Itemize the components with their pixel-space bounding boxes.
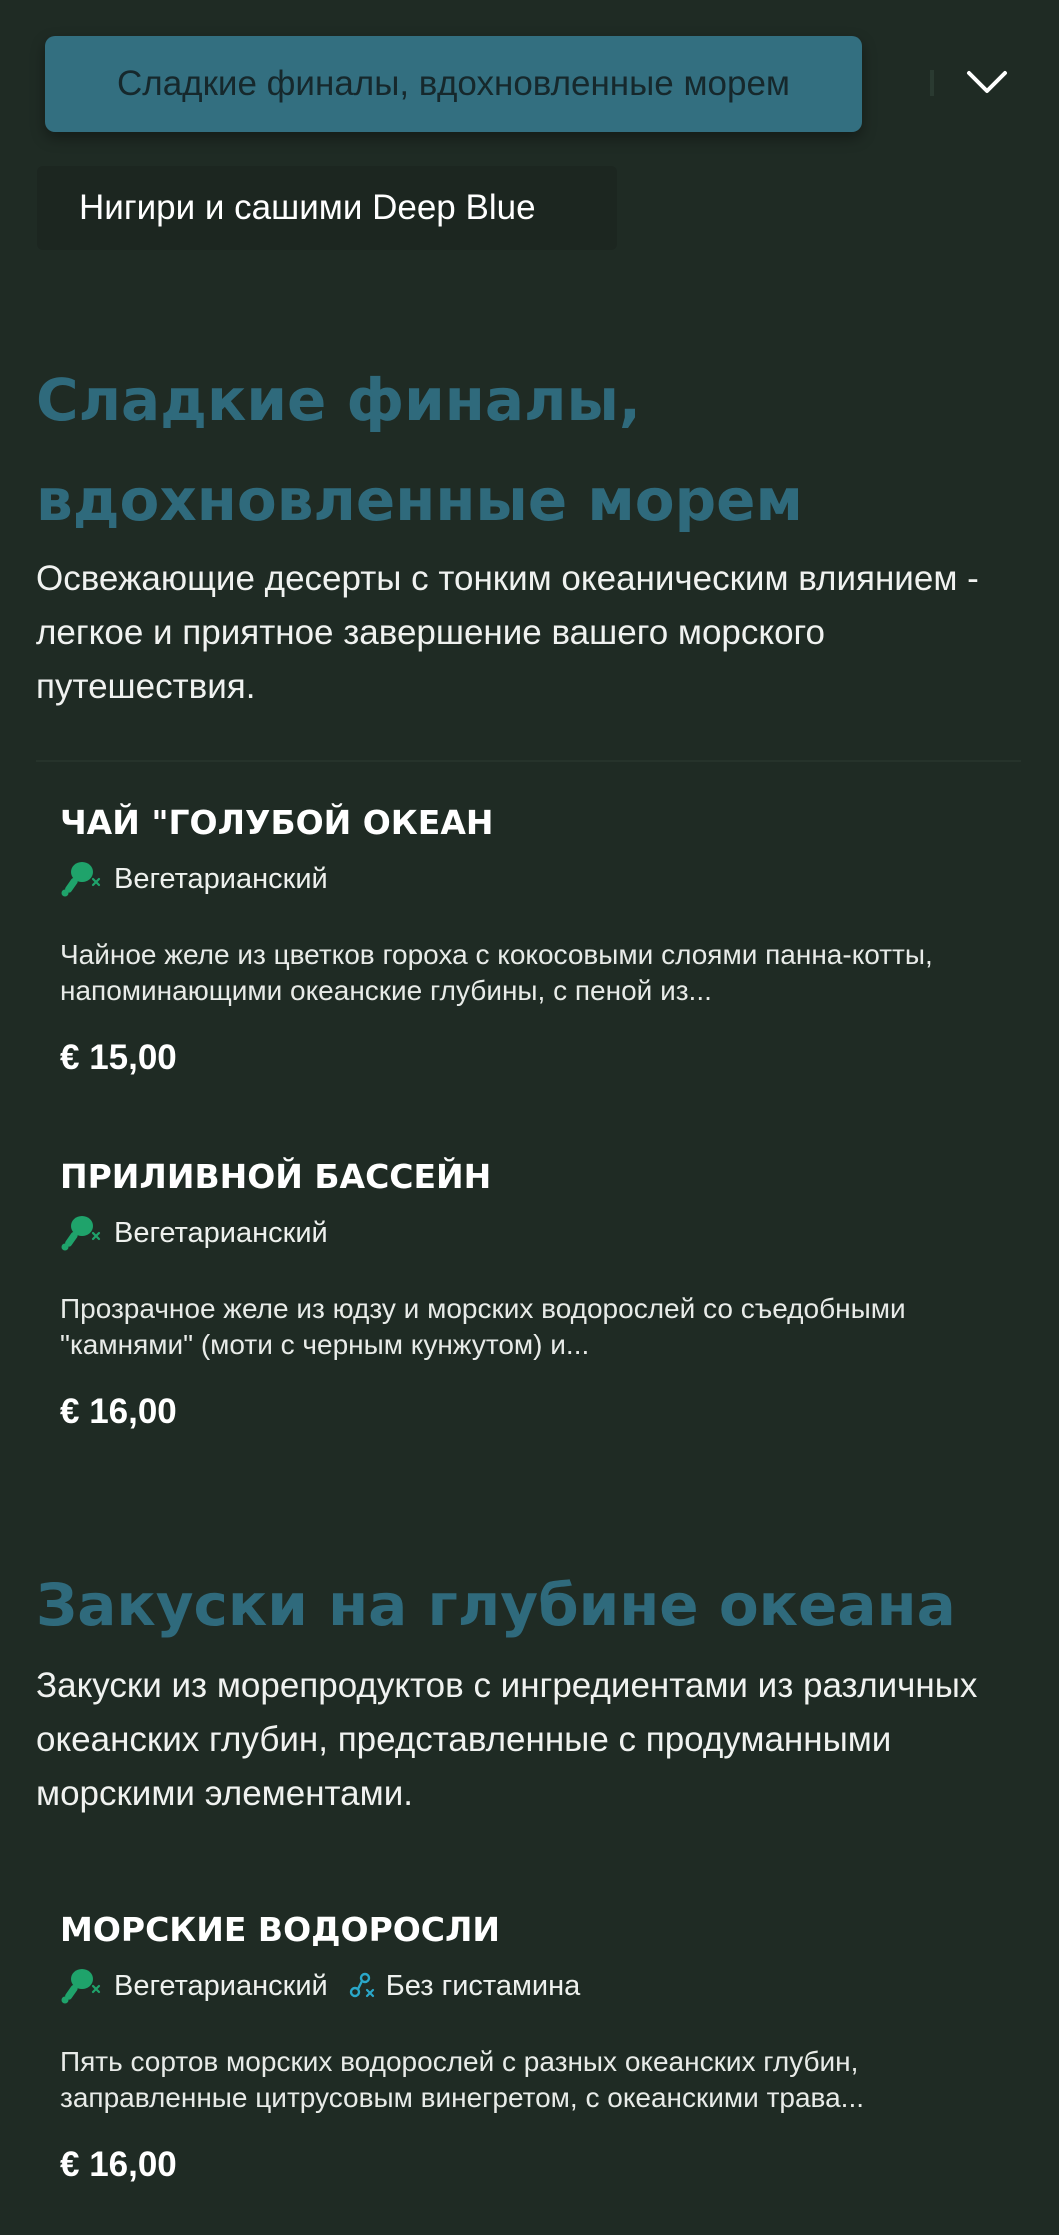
menu-item-tags: Вегетарианский [60,859,1020,899]
menu-item-tags: Вегетарианский [60,1213,1020,1253]
tab-active-category[interactable]: Сладкие финалы, вдохновленные морем [45,36,862,132]
menu-item-price: € 15,00 [60,1038,177,1077]
tag-label: Вегетарианский [114,862,328,895]
histamine-free-icon [349,1972,374,1998]
section-description-desserts: Освежающие десерты с тонким океаническим… [36,559,979,706]
category-nav: Сладкие финалы, вдохновленные морем [0,0,1059,170]
vegetarian-drumstick-icon [61,1216,101,1251]
section-description-appetizers: Закуски из морепродуктов с ингредиентами… [36,1666,978,1813]
menu-item-name: ЧАЙ "ГОЛУБОЙ ОКЕАН [60,803,494,842]
section-title-desserts: Сладкие финалы, вдохновленные морем [36,366,803,534]
tag-histamine-free: Без гистамина [346,1966,581,2006]
tag-label: Без гистамина [385,1969,581,2002]
tag-vegetarian: Вегетарианский [60,1213,328,1253]
menu-item-price: € 16,00 [60,1392,177,1431]
menu-item-description: Чайное желе из цветков гороха с кокосовы… [60,939,933,1006]
chevron-down-icon [967,71,1007,93]
menu-item-price: € 16,00 [60,2145,177,2184]
tab-overflow-indicator [930,70,934,96]
vegetarian-drumstick-icon [61,862,101,897]
tag-vegetarian: Вегетарианский [60,1966,328,2006]
category-dropdown-button[interactable] [955,50,1019,114]
menu-item-description: Пять сортов морских водорослей с разных … [60,2046,865,2113]
menu-item[interactable]: ПРИЛИВНОЙ БАССЕЙН Вегетарианский Прозрач… [60,1155,1020,1435]
menu-item-name: МОРСКИЕ ВОДОРОСЛИ [60,1910,501,1949]
tag-vegetarian: Вегетарианский [60,859,328,899]
section-divider [36,760,1021,762]
menu-item-description: Прозрачное желе из юдзу и морских водоро… [60,1293,906,1360]
menu-item-tags: Вегетарианский Без гистамина [60,1966,1020,2006]
vegetarian-drumstick-icon [61,1969,101,2004]
tag-label: Вегетарианский [114,1216,328,1249]
menu-item-name: ПРИЛИВНОЙ БАССЕЙН [60,1157,492,1196]
tab-nigiri-sashimi[interactable]: Нигири и сашими Deep Blue [37,166,617,250]
tag-label: Вегетарианский [114,1969,328,2002]
menu-item[interactable]: МОРСКИЕ ВОДОРОСЛИ Вегетарианский Без гис… [60,1908,1020,2188]
section-title-appetizers: Закуски на глубине океана [36,1571,956,1639]
menu-item[interactable]: ЧАЙ "ГОЛУБОЙ ОКЕАН Вегетарианский Чайное… [60,801,1020,1081]
